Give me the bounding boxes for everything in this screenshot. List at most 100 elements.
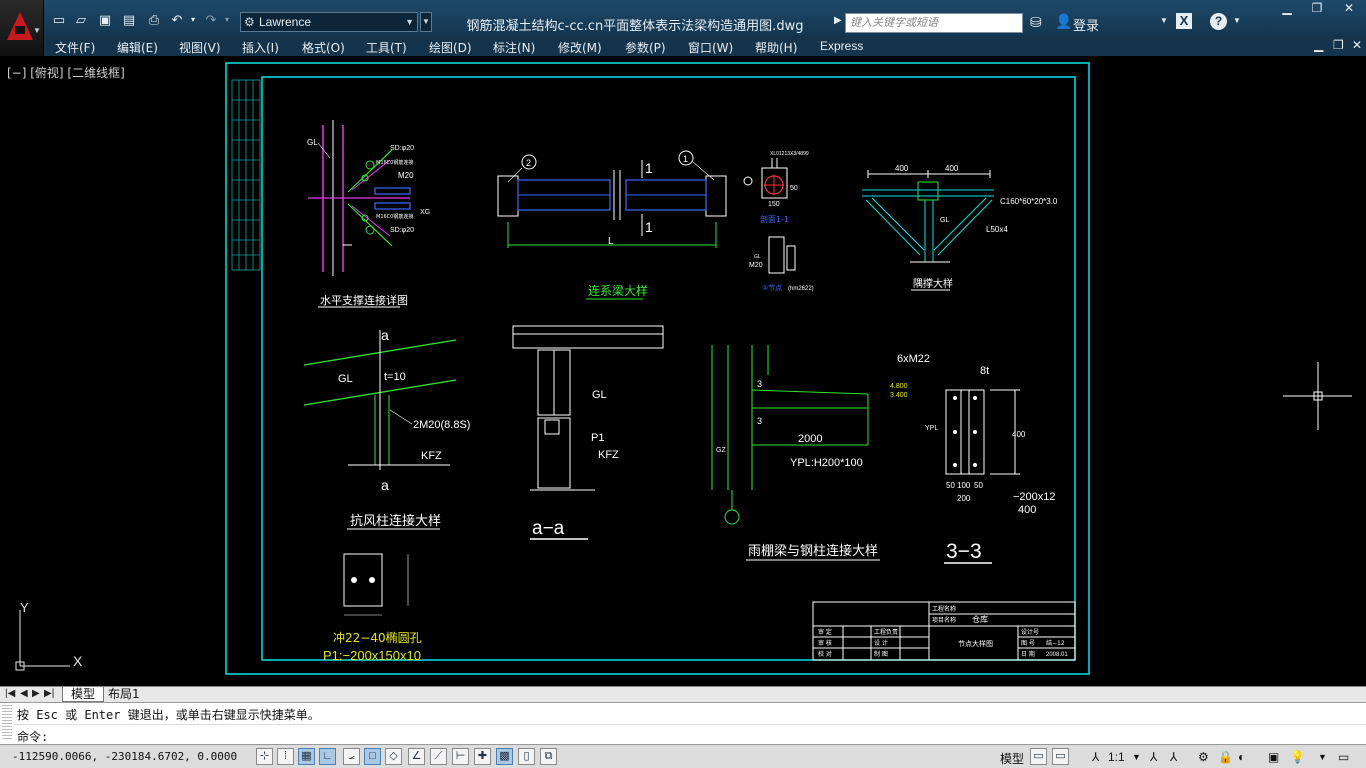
doc-minimize-icon[interactable]: ▁ xyxy=(1314,38,1323,52)
chevron-down-icon[interactable]: ▼ xyxy=(1160,16,1168,25)
menu-help[interactable]: 帮助(H) xyxy=(755,39,797,56)
menu-insert[interactable]: 插入(I) xyxy=(242,39,279,56)
menu-modify[interactable]: 修改(M) xyxy=(558,39,602,56)
d3-section-label: 剖面1-1 xyxy=(760,214,789,224)
status-menu-icon[interactable]: ▼ xyxy=(1318,752,1327,762)
open-folder-icon[interactable]: ▱ xyxy=(72,12,90,28)
object-snap-icon[interactable]: □ xyxy=(364,748,381,765)
d3-m20-label: M20 xyxy=(749,262,763,269)
grid-display-icon[interactable]: ▦ xyxy=(298,748,315,765)
menu-dimension[interactable]: 标注(N) xyxy=(493,39,535,56)
menu-file[interactable]: 文件(F) xyxy=(55,39,95,56)
menu-window[interactable]: 窗口(W) xyxy=(688,39,733,56)
tb-mid-1: 工程负责 xyxy=(874,628,898,636)
annotation-scale[interactable]: 1:1 xyxy=(1108,750,1125,764)
command-line: 按 Esc 或 Enter 键退出，或单击右键显示快捷菜单。 命令: xyxy=(0,702,1366,744)
redo-dropdown-icon[interactable]: ▾ xyxy=(218,12,236,28)
undo-dropdown-icon[interactable]: ▾ xyxy=(184,12,202,28)
menu-tools[interactable]: 工具(T) xyxy=(366,39,407,56)
d5-bolt-label: 2M20(8.8S) xyxy=(413,419,470,431)
d8-plate-label: −200x12 xyxy=(1013,491,1056,503)
tab-model[interactable]: 模型 xyxy=(62,687,105,702)
tab-prev-icon[interactable]: ◀ xyxy=(20,688,28,699)
exchange-apps-icon[interactable]: X xyxy=(1176,13,1192,29)
workspace-dropdown[interactable]: ⚙ Lawrence ▼ xyxy=(240,12,418,32)
command-input[interactable]: 命令: xyxy=(17,728,48,745)
save-icon[interactable]: ▣ xyxy=(96,12,114,28)
search-input[interactable]: 键入关键字或短语 xyxy=(845,13,1023,33)
command-line-grip[interactable] xyxy=(2,705,12,741)
clean-screen-icon[interactable]: ▭ xyxy=(1338,750,1349,764)
quick-access-overflow-button[interactable]: ▼ xyxy=(420,12,432,32)
selection-cycling-icon[interactable]: ⧉ xyxy=(540,748,557,765)
new-file-icon[interactable]: ▭ xyxy=(50,12,68,28)
d5-gl-label: GL xyxy=(338,373,353,385)
menu-view[interactable]: 视图(V) xyxy=(179,39,221,56)
tab-first-icon[interactable]: |◀ xyxy=(5,688,15,699)
dynamic-input-icon[interactable]: ⊢ xyxy=(452,748,469,765)
quick-view-layouts-icon[interactable]: ▭ xyxy=(1030,748,1047,765)
save-as-icon[interactable]: ▤ xyxy=(120,12,138,28)
help-icon[interactable]: ? xyxy=(1210,13,1227,30)
d5-kfz-label: KFZ xyxy=(421,450,442,462)
login-button[interactable]: 登录 xyxy=(1073,15,1099,34)
ortho-mode-icon[interactable]: ∟ xyxy=(319,748,336,765)
quick-properties-icon[interactable]: ▯ xyxy=(518,748,535,765)
user-icon[interactable]: 👤 xyxy=(1055,13,1072,30)
application-menu-button[interactable]: ▼ xyxy=(0,0,44,56)
dynamic-ucs-icon[interactable]: ⟋ xyxy=(430,748,447,765)
drawing-viewport[interactable]: GL SD:φ20 M16C0钢筋连接 M20 M16C0钢筋连接 XG SD:… xyxy=(0,56,1366,686)
drawing-canvas[interactable]: GL SD:φ20 M16C0钢筋连接 M20 M16C0钢筋连接 XG SD:… xyxy=(0,56,1366,686)
polar-tracking-icon[interactable]: ⦟ xyxy=(343,748,360,765)
annotation-scale-icon[interactable]: ⅄ xyxy=(1092,750,1099,764)
menu-express[interactable]: Express xyxy=(820,39,863,53)
ucs-x-label: X xyxy=(73,653,83,669)
auto-scale-icon[interactable]: ⅄ xyxy=(1170,750,1177,764)
cursor-coordinates[interactable]: -112590.0066, -230184.6702, 0.0000 xyxy=(12,750,237,763)
menu-format[interactable]: 格式(O) xyxy=(302,39,345,56)
d7-marker-3a: 3 xyxy=(757,379,762,389)
menu-parametric[interactable]: 参数(P) xyxy=(625,39,666,56)
doc-close-icon[interactable]: ✕ xyxy=(1352,38,1362,52)
search-expand-icon[interactable]: ▶ xyxy=(834,15,842,26)
chevron-down-icon[interactable]: ▼ xyxy=(1233,16,1241,25)
menu-edit[interactable]: 编辑(E) xyxy=(117,39,158,56)
viewport-controls[interactable]: [−] [俯视] [二维线框] xyxy=(7,64,125,81)
3d-object-snap-icon[interactable]: ◇ xyxy=(385,748,402,765)
chevron-down-icon[interactable]: ▼ xyxy=(1132,752,1141,762)
quick-view-drawings-icon[interactable]: ▭ xyxy=(1052,748,1069,765)
ucs-y-label: Y xyxy=(20,600,29,615)
annotation-visibility-icon[interactable]: ⅄ xyxy=(1150,750,1157,764)
hardware-acceleration-icon[interactable]: ▣ xyxy=(1268,750,1279,764)
lineweight-icon[interactable]: ✚ xyxy=(474,748,491,765)
transparency-icon[interactable]: ▩ xyxy=(496,748,513,765)
tb-row-2: 项目名称 xyxy=(932,616,956,624)
doc-restore-icon[interactable]: ❐ xyxy=(1333,38,1344,52)
minimize-window-button[interactable]: ▁ xyxy=(1272,0,1302,18)
binoculars-icon[interactable]: ⛁ xyxy=(1030,14,1042,31)
d5-title: 抗风柱连接大样 xyxy=(350,513,441,529)
close-window-button[interactable]: ✕ xyxy=(1332,0,1366,18)
tab-next-icon[interactable]: ▶ xyxy=(32,688,40,699)
menu-bar: 文件(F) 编辑(E) 视图(V) 插入(I) 格式(O) 工具(T) 绘图(D… xyxy=(0,36,1366,56)
model-space-button[interactable]: 模型 xyxy=(1000,750,1024,767)
snap-mode-icon[interactable]: ⁞ xyxy=(277,748,294,765)
infer-constraints-icon[interactable]: ⊹ xyxy=(256,748,273,765)
d9-caption: 冲22−40椭圆孔 xyxy=(333,630,422,645)
menu-draw[interactable]: 绘图(D) xyxy=(429,39,472,56)
bulb-icon[interactable]: 💡 xyxy=(1290,750,1305,764)
workspace-switching-icon[interactable]: ⚙ xyxy=(1198,750,1209,764)
detail-tie-beam: 1 1 L 2 1 连系梁大样 xyxy=(497,150,727,300)
isolate-objects-icon[interactable]: ◐ xyxy=(1238,750,1245,764)
restore-window-button[interactable]: ❐ xyxy=(1302,0,1332,18)
document-title: 钢筋混凝土结构c-cc.cn平面整体表示法梁构造通用图.dwg xyxy=(466,19,804,34)
tab-layout1[interactable]: 布局1 xyxy=(100,687,148,702)
d1-gl-label: GL xyxy=(307,138,318,147)
print-icon[interactable]: ⎙ xyxy=(145,12,163,28)
d5-t-label: t=10 xyxy=(384,371,406,383)
tab-last-icon[interactable]: ▶| xyxy=(44,688,54,699)
object-snap-tracking-icon[interactable]: ∠ xyxy=(408,748,425,765)
workspace-name: Lawrence xyxy=(259,15,312,29)
ucs-icon: Y X xyxy=(15,600,83,671)
lock-ui-icon[interactable]: 🔒 xyxy=(1218,750,1233,764)
